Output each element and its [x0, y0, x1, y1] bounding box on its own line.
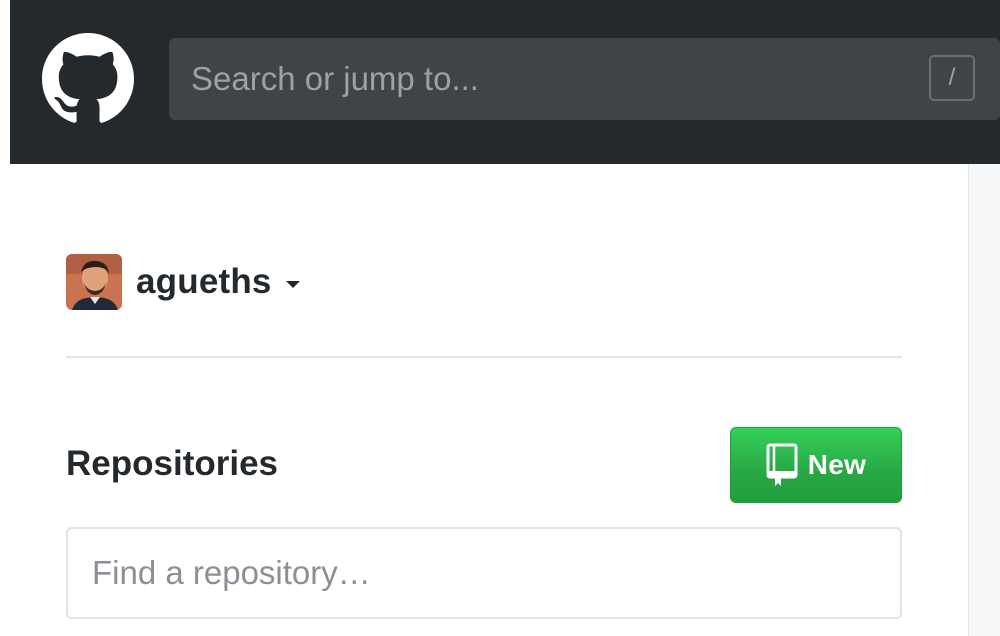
find-repository-input[interactable]	[66, 527, 902, 619]
username: agueths	[136, 262, 272, 301]
github-logo-icon[interactable]	[42, 33, 134, 125]
search-input[interactable]	[169, 38, 909, 120]
repo-icon	[766, 443, 798, 487]
sidebar-divider	[66, 356, 902, 358]
new-repository-button[interactable]: New	[730, 427, 902, 503]
new-button-label: New	[807, 449, 867, 480]
caret-down-icon	[285, 280, 300, 288]
page-left-edge	[0, 0, 10, 636]
slash-shortcut-badge: /	[929, 55, 975, 101]
search-box[interactable]: /	[169, 38, 1000, 120]
account-switcher[interactable]: agueths	[66, 253, 300, 311]
repositories-heading: Repositories	[66, 444, 278, 483]
avatar	[66, 254, 122, 310]
main-content-edge	[968, 164, 1000, 636]
